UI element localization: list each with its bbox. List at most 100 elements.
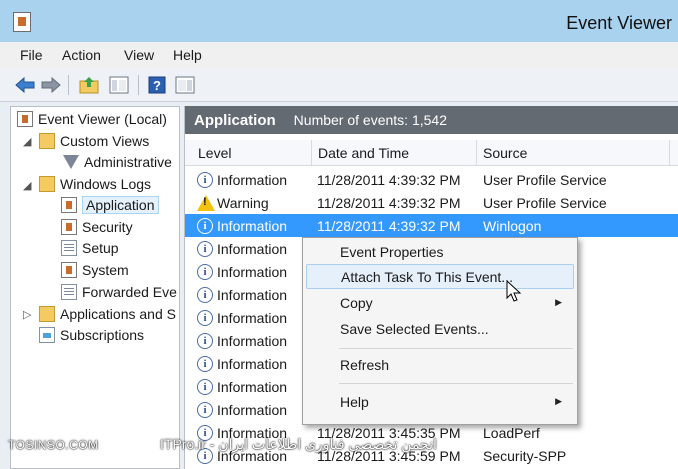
cell-level: Information [217, 309, 288, 326]
cell-date: 11/28/2011 4:39:32 PM [317, 171, 461, 188]
warning-mark: ! [203, 196, 207, 208]
menu-item-copy[interactable]: Copy ▶ [306, 290, 574, 315]
tree-label: Windows Logs [60, 176, 152, 192]
toolbar-separator [68, 75, 69, 95]
tree-label: Application [82, 196, 159, 214]
tree-node-setup[interactable]: Setup [61, 238, 119, 258]
cell-source: Security-SPP [483, 447, 567, 464]
cell-source: LoadPerf [483, 424, 540, 441]
menu-bar: File Action View Help [0, 42, 678, 68]
up-folder-icon[interactable] [78, 74, 100, 96]
menu-view[interactable]: View [124, 47, 154, 63]
table-row[interactable]: i Information 11/28/2011 4:39:32 PM Winlogo… [185, 214, 678, 237]
tree-label: Forwarded Eve [82, 284, 177, 300]
tree-node-application[interactable]: Application [61, 195, 159, 215]
show-hide-tree-icon[interactable] [108, 74, 130, 96]
window-title: Event Viewer [566, 13, 672, 33]
expand-arrow-icon[interactable]: ▷ [23, 308, 31, 321]
column-divider[interactable] [669, 140, 670, 166]
table-row[interactable]: i Information 11/28/2011 4:39:32 PM User Pr… [185, 168, 678, 191]
menu-item-help[interactable]: Help ▶ [306, 389, 574, 414]
mouse-pointer-icon [506, 280, 522, 302]
menu-action[interactable]: Action [62, 47, 101, 63]
cell-level: Information [217, 355, 288, 372]
cell-level: Information [217, 263, 288, 280]
menu-help[interactable]: Help [173, 47, 202, 63]
information-icon: i [197, 217, 213, 234]
tree-node-custom-views[interactable]: Custom Views [39, 131, 149, 151]
menu-item-event-properties[interactable]: Event Properties [306, 239, 574, 264]
tree-node-administrative[interactable]: Administrative [63, 152, 172, 172]
tree-node-system[interactable]: System [61, 260, 129, 280]
log-icon [61, 197, 77, 213]
menu-item-save-selected[interactable]: Save Selected Events... [306, 316, 574, 341]
menu-file[interactable]: File [20, 47, 43, 63]
cell-level: Information [217, 286, 288, 303]
folder-icon [39, 176, 55, 192]
forward-arrow-icon[interactable] [40, 74, 62, 96]
information-icon: i [197, 240, 213, 257]
tree-node-applications-and-services[interactable]: Applications and S [39, 304, 176, 324]
column-header-source[interactable]: Source [483, 145, 527, 161]
collapse-arrow-icon[interactable]: ◢ [23, 135, 31, 148]
tree-label: Setup [82, 240, 119, 256]
cell-level: Information [217, 332, 288, 349]
column-divider[interactable] [476, 140, 477, 166]
log-icon [61, 284, 77, 300]
tree-node-forwarded-events[interactable]: Forwarded Eve [61, 282, 177, 302]
tree-label: System [82, 262, 129, 278]
collapse-arrow-icon[interactable]: ◢ [23, 179, 31, 192]
table-row[interactable]: ! Warning 11/28/2011 4:39:32 PM User Profil… [185, 191, 678, 214]
cell-level: Information [217, 217, 288, 234]
information-icon: i [197, 332, 213, 349]
information-icon: i [197, 401, 213, 418]
cell-source: Winlogon [483, 217, 542, 234]
svg-text:?: ? [153, 78, 161, 93]
cell-date: 11/28/2011 4:39:32 PM [317, 194, 461, 211]
column-header-date[interactable]: Date and Time [318, 145, 409, 161]
watermark-right: انجمن تخصصی فناوری اطلاعات ایران - ITPro… [160, 436, 437, 452]
information-icon: i [197, 286, 213, 303]
subscriptions-icon [39, 327, 55, 343]
toolbar-separator [138, 75, 139, 95]
cell-level: Warning [217, 194, 269, 211]
help-icon[interactable]: ? [146, 74, 168, 96]
information-icon: i [197, 171, 213, 188]
event-viewer-app-icon [13, 12, 31, 32]
log-header: Application Number of events: 1,542 [185, 106, 678, 134]
log-icon [61, 262, 77, 278]
cell-level: Information [217, 171, 288, 188]
toolbar: ? [0, 68, 678, 102]
tree-node-subscriptions[interactable]: Subscriptions [39, 325, 144, 345]
console-tree: Event Viewer (Local) ◢ Custom Views Admi… [10, 106, 180, 469]
event-count: Number of events: 1,542 [293, 112, 447, 128]
menu-item-attach-task[interactable]: Attach Task To This Event... [306, 264, 574, 289]
tree-node-event-viewer-local[interactable]: Event Viewer (Local) [17, 109, 167, 129]
tree-node-security[interactable]: Security [61, 217, 133, 237]
cell-level: Information [217, 240, 288, 257]
event-viewer-icon [17, 111, 33, 127]
context-menu: Event Properties Attach Task To This Eve… [302, 237, 578, 425]
tree-node-windows-logs[interactable]: Windows Logs [39, 174, 151, 194]
title-bar: Event Viewer [0, 0, 678, 42]
show-hide-action-pane-icon[interactable] [174, 74, 196, 96]
column-divider[interactable] [311, 140, 312, 166]
cell-source: User Profile Service [483, 171, 607, 188]
menu-item-refresh[interactable]: Refresh [306, 352, 574, 377]
menu-separator [339, 348, 573, 349]
cell-level: Information [217, 378, 288, 395]
tree-label: Applications and S [60, 306, 176, 322]
folder-icon [39, 306, 55, 322]
back-arrow-icon[interactable] [14, 74, 36, 96]
watermark-left: TOSINSO.COM [8, 438, 99, 452]
submenu-arrow-icon: ▶ [555, 297, 562, 307]
log-name: Application [194, 111, 276, 129]
cell-source: User Profile Service [483, 194, 607, 211]
tree-label: Event Viewer (Local) [38, 111, 167, 127]
column-header-level[interactable]: Level [198, 145, 231, 161]
tree-label: Security [82, 219, 133, 235]
column-headers: Level Date and Time Source [185, 140, 678, 166]
log-icon [61, 240, 77, 256]
information-icon: i [197, 378, 213, 395]
folder-icon [39, 133, 55, 149]
